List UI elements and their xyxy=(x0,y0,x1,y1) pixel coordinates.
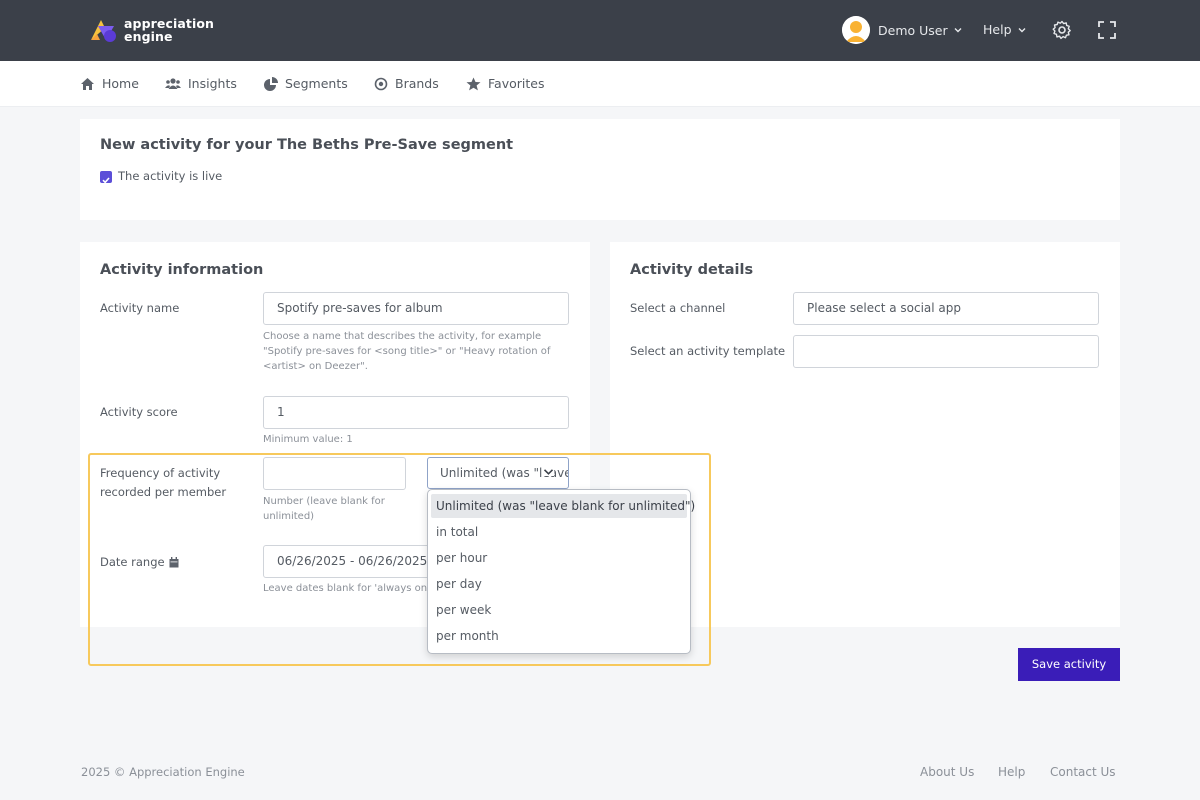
page-title: New activity for your The Beths Pre-Save… xyxy=(100,137,514,153)
user-avatar-icon xyxy=(842,16,870,44)
dropdown-option-per-day[interactable]: per day xyxy=(431,572,687,596)
nav-item-insights[interactable]: Insights xyxy=(165,76,237,91)
app-logo[interactable]: appreciation engine xyxy=(88,15,218,47)
pie-chart-icon xyxy=(264,76,278,91)
dropdown-option-per-week[interactable]: per week xyxy=(431,598,687,622)
users-icon xyxy=(165,78,181,89)
nav-item-label: Home xyxy=(102,76,139,91)
nav-item-home[interactable]: Home xyxy=(80,76,139,91)
chevron-down-icon xyxy=(954,28,962,33)
activity-name-hint: Choose a name that describes the activit… xyxy=(263,331,551,372)
logo-text: appreciation engine xyxy=(124,17,214,43)
help-menu[interactable]: Help xyxy=(983,22,1026,37)
star-icon xyxy=(466,77,481,90)
nav-item-brands[interactable]: Brands xyxy=(374,76,439,91)
footer-link-contact[interactable]: Contact Us xyxy=(1050,765,1116,779)
gear-icon[interactable] xyxy=(1052,20,1072,40)
activity-name-input[interactable]: Spotify pre-saves for album xyxy=(263,292,569,325)
activity-score-input[interactable]: 1 xyxy=(263,396,569,429)
top-bar: appreciation engine Demo User Help xyxy=(0,0,1200,61)
nav-item-label: Insights xyxy=(188,76,237,91)
dropdown-option-per-month[interactable]: per month xyxy=(431,624,687,648)
template-select[interactable] xyxy=(793,335,1099,368)
nav-item-segments[interactable]: Segments xyxy=(264,76,348,91)
activity-information-title: Activity information xyxy=(100,262,264,278)
avatar xyxy=(842,16,870,44)
activity-score-label: Activity score xyxy=(100,405,178,419)
nav-item-label: Favorites xyxy=(488,76,545,91)
dropdown-option-per-hour[interactable]: per hour xyxy=(431,546,687,570)
footer-link-help[interactable]: Help xyxy=(998,765,1025,779)
frequency-unit-dropdown: Unlimited (was "leave blank for unlimite… xyxy=(427,489,695,654)
target-icon xyxy=(374,77,388,90)
nav-item-label: Brands xyxy=(395,76,439,91)
dropdown-option-unlimited[interactable]: Unlimited (was "leave blank for unlimite… xyxy=(431,494,695,518)
channel-select[interactable]: Please select a social app xyxy=(793,292,1099,325)
fullscreen-icon[interactable] xyxy=(1097,20,1117,40)
activity-name-label: Activity name xyxy=(100,301,180,315)
live-checkbox[interactable] xyxy=(100,171,112,184)
user-menu[interactable]: Demo User xyxy=(842,16,962,44)
live-checkbox-label: The activity is live xyxy=(118,169,223,183)
footer-link-about[interactable]: About Us xyxy=(920,765,974,779)
footer-copyright: 2025 © Appreciation Engine xyxy=(81,765,245,779)
template-label: Select an activity template xyxy=(630,344,786,358)
segment-card xyxy=(80,119,1120,220)
dropdown-option-in-total[interactable]: in total xyxy=(431,520,687,544)
activity-score-hint: Minimum value: 1 xyxy=(263,434,353,445)
nav-item-label: Segments xyxy=(285,76,348,91)
user-name: Demo User xyxy=(878,22,948,38)
help-label: Help xyxy=(983,22,1012,37)
activity-details-title: Activity details xyxy=(630,262,754,278)
channel-label: Select a channel xyxy=(630,301,726,315)
save-activity-button[interactable]: Save activity xyxy=(1018,648,1120,681)
logo-line-2: engine xyxy=(124,29,173,44)
logo-mark-icon xyxy=(91,20,116,42)
home-icon xyxy=(81,77,94,90)
check-icon xyxy=(102,177,110,184)
chevron-down-icon xyxy=(1018,27,1025,32)
nav-item-favorites[interactable]: Favorites xyxy=(466,76,544,91)
main-nav: Home Insights Segments Brands Favorites xyxy=(0,61,1200,107)
